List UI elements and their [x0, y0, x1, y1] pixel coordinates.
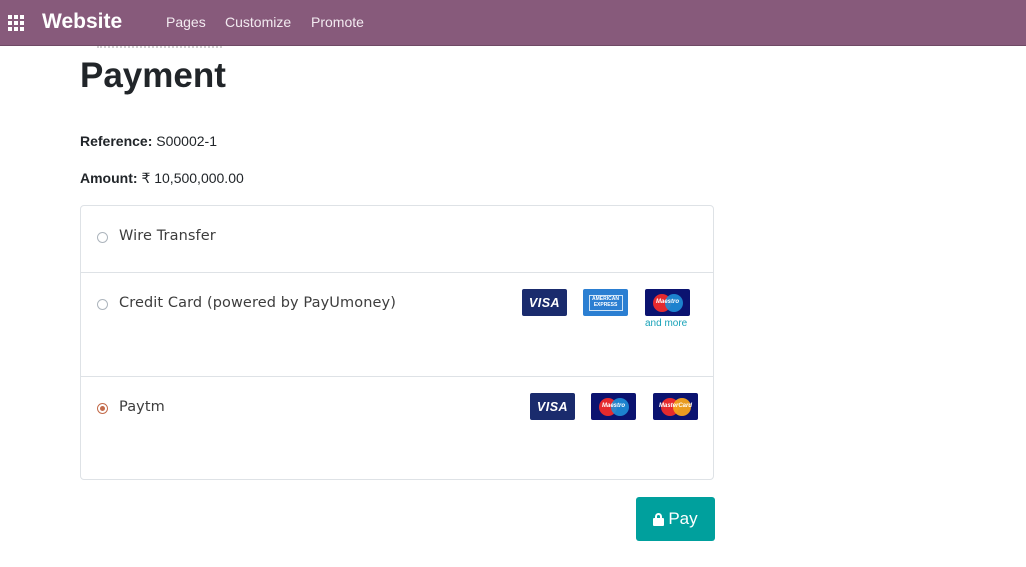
apps-grid-icon[interactable] — [8, 15, 24, 31]
menu-item-promote[interactable]: Promote — [311, 14, 364, 30]
amount-line: Amount: ₹ 10,500,000.00 — [80, 170, 244, 187]
brand-title[interactable]: Website — [42, 10, 122, 34]
mastercard-icon: MasterCard — [653, 393, 698, 420]
amount-value: ₹ 10,500,000.00 — [141, 170, 244, 186]
pay-button[interactable]: Pay — [636, 497, 715, 541]
maestro-icon: Maestro — [645, 289, 690, 316]
payment-methods-card: Wire Transfer Credit Card (powered by Pa… — [80, 205, 714, 480]
maestro-icon: Maestro — [591, 393, 636, 420]
maestro-logo-text: Maestro — [601, 402, 625, 409]
radio-credit-card[interactable] — [97, 299, 108, 310]
radio-paytm[interactable] — [97, 403, 108, 414]
pay-button-label: Pay — [668, 509, 698, 528]
mastercard-logo-text: MasterCard — [658, 402, 692, 409]
visa-icon: VISA — [522, 289, 567, 316]
lock-icon — [653, 512, 665, 526]
reference-label: Reference: — [80, 133, 153, 149]
reference-line: Reference: S00002-1 — [80, 133, 217, 149]
dotted-divider — [97, 46, 222, 48]
reference-value: S00002-1 — [156, 133, 217, 149]
visa-icon: VISA — [530, 393, 575, 420]
payment-option-label: Credit Card (powered by PayUmoney) — [119, 295, 396, 311]
payment-option-label: Wire Transfer — [119, 228, 216, 244]
maestro-logo-text: Maestro — [655, 298, 679, 305]
top-navbar: Website Pages Customize Promote — [0, 0, 1026, 46]
amex-logo-text: AMERICAN EXPRESS — [588, 294, 623, 311]
payment-option-paytm[interactable]: Paytm VISA Maestro MasterCard — [81, 376, 713, 480]
and-more-link[interactable]: and more — [645, 318, 687, 329]
payment-option-wire-transfer[interactable]: Wire Transfer — [81, 206, 713, 273]
page-title: Payment — [80, 56, 226, 95]
amount-label: Amount: — [80, 170, 138, 186]
american-express-icon: AMERICAN EXPRESS — [583, 289, 628, 316]
radio-wire-transfer[interactable] — [97, 232, 108, 243]
menu-item-pages[interactable]: Pages — [166, 14, 206, 30]
payment-option-label: Paytm — [119, 399, 165, 415]
payment-option-credit-card[interactable]: Credit Card (powered by PayUmoney) VISA … — [81, 272, 713, 376]
menu-item-customize[interactable]: Customize — [225, 14, 291, 30]
